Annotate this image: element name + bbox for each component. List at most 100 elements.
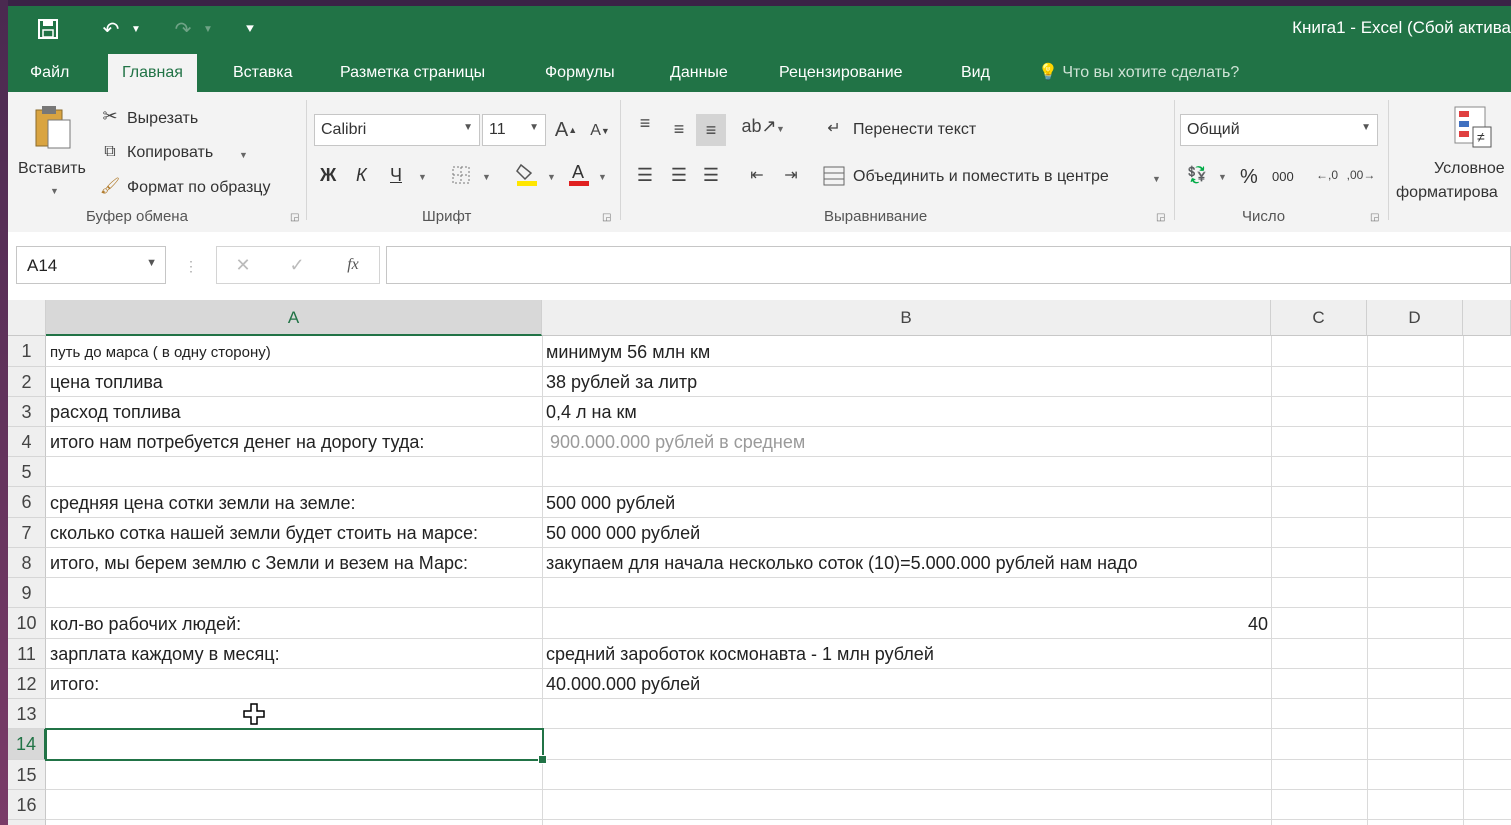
cell-a12[interactable]: итого: (50, 674, 99, 695)
row-header[interactable]: 1 (8, 336, 46, 367)
cell-b3[interactable]: 0,4 л на км (546, 402, 637, 423)
align-middle-icon[interactable]: ≡ (666, 118, 692, 140)
cell-b6[interactable]: 500 000 рублей (546, 493, 675, 514)
decrease-decimal-icon[interactable]: ,00→ (1347, 162, 1376, 188)
clipboard-launcher-icon[interactable]: ◲ (290, 212, 299, 223)
row-header[interactable]: 10 (8, 608, 46, 639)
conditional-formatting-label-1[interactable]: Условное (1434, 160, 1505, 178)
row-header[interactable]: 11 (8, 639, 46, 669)
align-left-icon[interactable]: ☰ (632, 164, 658, 186)
tab-insert[interactable]: Вставка (219, 54, 306, 92)
copy-button[interactable]: Копировать (127, 144, 213, 162)
cell-a11[interactable]: зарплата каждому в месяц: (50, 644, 280, 665)
cell-b1[interactable]: минимум 56 млн км (546, 342, 710, 363)
undo-icon[interactable]: ↶ (96, 14, 126, 44)
currency-format-icon[interactable]: 💱 (1184, 162, 1210, 188)
paste-button[interactable]: Вставить (18, 160, 86, 178)
font-color-icon[interactable]: A (566, 160, 592, 188)
font-color-dropdown-icon[interactable]: ▼ (598, 172, 607, 182)
cell-a7[interactable]: сколько сотка нашей земли будет стоить н… (50, 523, 478, 544)
row-header[interactable]: 5 (8, 457, 46, 487)
name-box[interactable]: A14 ▼ (16, 246, 166, 284)
align-bottom-icon[interactable]: ≡ (696, 114, 726, 146)
insert-function-icon[interactable]: fx (339, 253, 367, 277)
borders-icon[interactable] (450, 164, 472, 186)
redo-icon[interactable]: ↷ (168, 14, 198, 44)
thousands-button[interactable]: 000 (1272, 169, 1294, 184)
tab-home[interactable]: Главная (108, 54, 197, 92)
align-top-icon[interactable]: ≡ (632, 112, 658, 134)
format-painter-icon[interactable]: 🖌 (98, 174, 122, 198)
copy-dropdown-icon[interactable]: ▼ (239, 150, 248, 160)
row-header[interactable]: 3 (8, 397, 46, 427)
fill-color-icon[interactable] (514, 160, 540, 188)
row-header[interactable] (8, 820, 46, 825)
cell-b2[interactable]: 38 рублей за литр (546, 372, 697, 393)
bold-button[interactable]: Ж (320, 165, 336, 186)
tab-review[interactable]: Рецензирование (765, 54, 917, 92)
row-header[interactable]: 9 (8, 578, 46, 608)
active-cell-a14[interactable] (45, 728, 544, 761)
conditional-formatting-icon[interactable]: ≠ (1452, 104, 1494, 152)
scissors-icon[interactable]: ✂ (98, 104, 122, 128)
row-header[interactable]: 16 (8, 790, 46, 820)
paste-dropdown-icon[interactable]: ▼ (50, 186, 59, 196)
tab-data[interactable]: Данные (656, 54, 742, 92)
row-header[interactable]: 7 (8, 518, 46, 548)
save-icon[interactable] (32, 14, 64, 44)
align-center-icon[interactable]: ☰ (666, 164, 692, 186)
row-header[interactable]: 12 (8, 669, 46, 699)
row-header[interactable]: 14 (8, 729, 46, 760)
formula-input[interactable] (386, 246, 1511, 284)
row-header[interactable]: 8 (8, 548, 46, 578)
cell-a8[interactable]: итого, мы берем землю с Земли и везем на… (50, 553, 468, 574)
cell-a1[interactable]: путь до марса ( в одну сторону) (50, 344, 271, 361)
underline-dropdown-icon[interactable]: ▼ (418, 172, 427, 182)
cell-b4[interactable]: 900.000.000 рублей в среднем (550, 432, 805, 453)
merge-dropdown-icon[interactable]: ▼ (1152, 174, 1161, 184)
cell-b11[interactable]: средний зароботок космонавта - 1 млн руб… (546, 644, 934, 665)
tab-formulas[interactable]: Формулы (531, 54, 629, 92)
decrease-indent-icon[interactable]: ⇤ (744, 164, 770, 186)
cell-b7[interactable]: 50 000 000 рублей (546, 523, 700, 544)
cell-a4[interactable]: итого нам потребуется денег на дорогу ту… (50, 432, 424, 453)
enter-check-icon[interactable]: ✓ (285, 253, 309, 277)
fill-color-dropdown-icon[interactable]: ▼ (547, 172, 556, 182)
conditional-formatting-label-2[interactable]: форматирова (1396, 184, 1498, 202)
align-right-icon[interactable]: ☰ (698, 164, 724, 186)
column-header-d[interactable]: D (1367, 300, 1463, 336)
currency-dropdown-icon[interactable]: ▼ (1218, 172, 1227, 182)
wrap-text-icon[interactable]: ↵ (822, 116, 846, 140)
cancel-icon[interactable]: ✕ (231, 253, 255, 277)
decrease-font-icon[interactable]: A ▼ (588, 118, 612, 144)
font-launcher-icon[interactable]: ◲ (602, 212, 611, 223)
alignment-launcher-icon[interactable]: ◲ (1156, 212, 1165, 223)
cut-button[interactable]: Вырезать (127, 110, 198, 128)
orientation-icon[interactable]: ab↗ (741, 112, 776, 140)
borders-dropdown-icon[interactable]: ▼ (482, 172, 491, 182)
cell-a6[interactable]: средняя цена сотки земли на земле: (50, 493, 356, 514)
tab-file[interactable]: Файл (16, 54, 83, 92)
cell-a2[interactable]: цена топлива (50, 372, 163, 393)
font-name-select[interactable]: Calibri ▼ (314, 114, 480, 146)
row-header[interactable]: 4 (8, 427, 46, 457)
column-header-c[interactable]: C (1271, 300, 1367, 336)
row-header[interactable]: 6 (8, 487, 46, 518)
cell-a10[interactable]: кол-во рабочих людей: (50, 614, 241, 635)
select-all-button[interactable] (8, 300, 46, 336)
cell-b12[interactable]: 40.000.000 рублей (546, 674, 700, 695)
number-launcher-icon[interactable]: ◲ (1370, 212, 1379, 223)
column-header-e[interactable] (1463, 300, 1511, 336)
tab-view[interactable]: Вид (947, 54, 1004, 92)
row-header[interactable]: 15 (8, 760, 46, 790)
column-header-a[interactable]: A (46, 300, 542, 336)
italic-button[interactable]: К (356, 165, 367, 186)
row-header[interactable]: 13 (8, 699, 46, 729)
customize-qat-icon[interactable]: ⯆ (238, 14, 262, 44)
tab-page-layout[interactable]: Разметка страницы (326, 54, 499, 92)
format-painter-button[interactable]: Формат по образцу (127, 179, 270, 197)
cell-b8[interactable]: закупаем для начала несколько соток (10)… (546, 553, 1138, 574)
font-size-select[interactable]: 11 ▼ (482, 114, 546, 146)
row-header[interactable]: 2 (8, 367, 46, 397)
merge-center-icon[interactable] (822, 164, 846, 188)
